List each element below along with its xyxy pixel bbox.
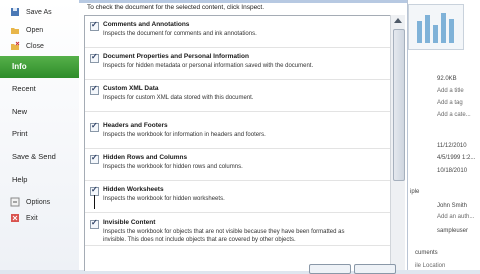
- new-tab[interactable]: New: [0, 107, 79, 116]
- add-tag-field[interactable]: Add a tag: [437, 100, 463, 106]
- option-checkbox[interactable]: ✓: [90, 153, 99, 164]
- checkmark-icon: ✓: [91, 153, 98, 162]
- file-size-value: 92.0KB: [437, 76, 457, 82]
- close-label: Close: [26, 42, 44, 50]
- vertical-scrollbar[interactable]: [390, 15, 405, 270]
- option-description: Inspects for hidden metadata or personal…: [103, 63, 314, 69]
- backstage-sidebar: Save As Open Close Info Recent New Print…: [0, 0, 87, 270]
- close-menu-item[interactable]: Close: [0, 38, 79, 54]
- add-title-field[interactable]: Add a title: [437, 88, 464, 94]
- inspect-button[interactable]: [309, 264, 351, 274]
- option-description: Inspects the workbook for objects that a…: [103, 229, 345, 235]
- exit-icon: [10, 213, 20, 223]
- checkmark-icon: ✓: [91, 20, 98, 29]
- document-inspector-dialog: To check the document for the selected c…: [79, 0, 408, 274]
- save-as-icon: [10, 7, 20, 17]
- option-checkbox[interactable]: ✓: [90, 20, 99, 31]
- open-label: Open: [26, 26, 44, 34]
- inspector-option-row: ✓ Headers and Footers Inspects the workboo…: [85, 117, 391, 149]
- related-people-heading: iple: [410, 189, 420, 195]
- option-description: Inspects the workbook for hidden workshe…: [103, 196, 225, 202]
- checkmark-icon: ✓: [91, 185, 98, 194]
- option-title: Hidden Rows and Columns: [103, 154, 188, 161]
- option-title: Comments and Annotations: [103, 21, 190, 28]
- options-icon: [10, 197, 20, 207]
- dialog-instructions: To check the document for the selected c…: [87, 4, 265, 11]
- related-documents-heading: cuments: [415, 250, 438, 256]
- scrollbar-thumb[interactable]: [393, 29, 405, 181]
- inspector-option-row: ✓ Document Properties and Personal Inform…: [85, 48, 391, 80]
- option-checkbox[interactable]: ✓: [90, 52, 99, 63]
- option-checkbox[interactable]: ✓: [90, 84, 99, 95]
- date-value-1: 11/12/2010: [437, 143, 467, 149]
- option-title: Hidden Worksheets: [103, 186, 164, 193]
- inspector-option-row: ✓ Hidden Worksheets Inspects the workbook …: [85, 181, 391, 213]
- inspector-options-list: ✓ Comments and Annotations Inspects the do…: [84, 15, 392, 271]
- help-tab[interactable]: Help: [0, 175, 79, 184]
- option-title: Headers and Footers: [103, 122, 168, 129]
- option-description: Inspects the workbook for information in…: [103, 132, 266, 138]
- scroll-up-icon[interactable]: [394, 18, 402, 23]
- option-title: Custom XML Data: [103, 85, 159, 92]
- checkmark-icon: ✓: [91, 52, 98, 61]
- text-cursor-icon: [94, 195, 95, 209]
- info-label: Info: [12, 62, 27, 71]
- inspector-option-row: ✓ Hidden Rows and Columns Inspects the wor…: [85, 149, 391, 181]
- inspector-option-row: ✓ Comments and Annotations Inspects the do…: [85, 16, 391, 48]
- recent-tab[interactable]: Recent: [0, 84, 79, 93]
- save-as-menu-item[interactable]: Save As: [0, 4, 79, 20]
- info-tab[interactable]: Info: [0, 56, 87, 78]
- open-folder-icon: [10, 25, 20, 35]
- option-description: Inspects the document for comments and i…: [103, 31, 257, 37]
- date-value-3: 10/18/2010: [437, 168, 468, 174]
- checkmark-icon: ✓: [91, 121, 98, 130]
- open-file-location-link[interactable]: ile Location: [415, 263, 445, 269]
- dialog-close-button[interactable]: [354, 264, 396, 274]
- checkmark-icon: ✓: [91, 218, 98, 227]
- option-checkbox[interactable]: ✓: [90, 218, 99, 229]
- exit-menu-item[interactable]: Exit: [0, 210, 79, 226]
- add-author-field[interactable]: Add an auth...: [437, 214, 474, 220]
- save-and-send-tab[interactable]: Save & Send: [0, 152, 79, 161]
- open-menu-item[interactable]: Open: [0, 22, 79, 38]
- option-title: Invisible Content: [103, 219, 156, 226]
- inspector-option-row: ✓ Custom XML Data Inspects for custom XML …: [85, 80, 391, 112]
- checkmark-icon: ✓: [91, 84, 98, 93]
- options-label: Options: [26, 198, 51, 206]
- options-menu-item[interactable]: Options: [0, 194, 79, 210]
- option-title: Document Properties and Personal Informa…: [103, 53, 249, 60]
- close-file-icon: [10, 41, 20, 51]
- option-description: Inspects for custom XML data stored with…: [103, 95, 254, 101]
- dialog-title-bar: [79, 0, 407, 3]
- option-description: invisible. This does not include objects…: [103, 237, 296, 243]
- add-category-field[interactable]: Add a cate...: [437, 112, 471, 118]
- option-checkbox[interactable]: ✓: [90, 121, 99, 132]
- last-modified-by: sampleuser: [437, 228, 469, 234]
- inspector-option-row: ✓ Invisible Content Inspects the workbook …: [85, 214, 391, 246]
- option-description: Inspects the workbook for hidden rows an…: [103, 164, 243, 170]
- author-name: John Smith: [437, 203, 468, 209]
- date-value-2: 4/5/1999 1:2...: [437, 155, 476, 161]
- workbook-preview-thumbnail: [408, 4, 464, 50]
- save-as-label: Save As: [26, 8, 52, 16]
- print-tab[interactable]: Print: [0, 129, 79, 138]
- exit-label: Exit: [26, 214, 38, 222]
